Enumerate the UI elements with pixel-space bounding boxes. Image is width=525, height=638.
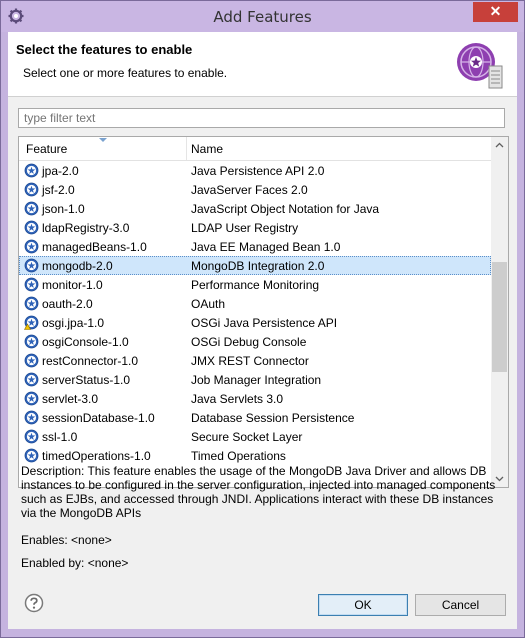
feature-name-cell: JavaServer Faces 2.0: [191, 183, 308, 197]
feature-name-cell: LDAP User Registry: [191, 221, 299, 235]
dialog-body: Select the features to enable Select one…: [8, 32, 517, 629]
feature-id-cell: json-1.0: [42, 202, 85, 216]
header-subtitle: Select one or more features to enable.: [23, 66, 228, 80]
feature-name-cell: Performance Monitoring: [191, 278, 320, 292]
feature-name-cell: Secure Socket Layer: [191, 430, 303, 444]
column-header-feature[interactable]: Feature: [26, 142, 67, 156]
ok-button[interactable]: OK: [318, 594, 408, 616]
feature-name-cell: OSGi Java Persistence API: [191, 316, 338, 330]
feature-icon: [24, 220, 39, 235]
feature-id-cell: serverStatus-1.0: [42, 373, 131, 387]
features-table: Feature Name jpa-2.0 Java Persistence API…: [18, 136, 509, 488]
feature-id-cell: managedBeans-1.0: [42, 240, 147, 254]
feature-description: Description: This feature enables the us…: [21, 464, 496, 520]
feature-icon: [24, 182, 39, 197]
feature-id-cell: restConnector-1.0: [42, 354, 139, 368]
table-row[interactable]: servlet-3.0 Java Servlets 3.0: [19, 389, 491, 408]
scrollbar-thumb[interactable]: [492, 262, 507, 372]
feature-name-cell: OAuth: [191, 297, 226, 311]
feature-icon: [24, 429, 39, 444]
table-row[interactable]: sessionDatabase-1.0 Database Session Pers…: [19, 408, 491, 427]
feature-name-cell: Java EE Managed Bean 1.0: [191, 240, 341, 254]
header-title: Select the features to enable: [16, 42, 193, 57]
feature-warning-icon: [24, 315, 39, 330]
feature-id-cell: servlet-3.0: [42, 392, 99, 406]
vertical-scrollbar[interactable]: [491, 137, 508, 487]
feature-name-cell: Java Servlets 3.0: [191, 392, 284, 406]
enables-text: Enables: <none>: [21, 533, 112, 547]
feature-icon: [24, 372, 39, 387]
title-bar[interactable]: Add Features ✕: [1, 1, 524, 32]
feature-id-cell: oauth-2.0: [42, 297, 93, 311]
feature-icon: [24, 334, 39, 349]
feature-icon: [24, 201, 39, 216]
feature-id-cell: sessionDatabase-1.0: [42, 411, 155, 425]
table-row[interactable]: monitor-1.0 Performance Monitoring: [19, 275, 491, 294]
feature-name-cell: Java Persistence API 2.0: [191, 164, 325, 178]
feature-name-cell: MongoDB Integration 2.0: [191, 259, 325, 273]
feature-icon: [24, 410, 39, 425]
feature-id-cell: osgiConsole-1.0: [42, 335, 129, 349]
sort-indicator-icon: [99, 138, 107, 142]
table-row[interactable]: osgiConsole-1.0 OSGi Debug Console: [19, 332, 491, 351]
feature-icon: [24, 353, 39, 368]
table-row[interactable]: jpa-2.0 Java Persistence API 2.0: [19, 161, 491, 180]
feature-icon: [24, 239, 39, 254]
feature-id-cell: ssl-1.0: [42, 430, 78, 444]
feature-name-cell: OSGi Debug Console: [191, 335, 307, 349]
table-row[interactable]: ldapRegistry-3.0 LDAP User Registry: [19, 218, 491, 237]
feature-icon: [24, 163, 39, 178]
feature-icon: [24, 448, 39, 463]
help-icon[interactable]: [24, 593, 44, 613]
feature-icon: [24, 258, 39, 273]
feature-name-cell: Job Manager Integration: [191, 373, 322, 387]
feature-id-cell: jsf-2.0: [42, 183, 75, 197]
enabled-by-text: Enabled by: <none>: [21, 556, 129, 570]
column-header-name[interactable]: Name: [191, 142, 223, 156]
feature-icon: [24, 296, 39, 311]
table-row[interactable]: ssl-1.0 Secure Socket Layer: [19, 427, 491, 446]
feature-id-cell: monitor-1.0: [42, 278, 103, 292]
table-header: Feature Name: [19, 137, 491, 161]
dialog-header: Select the features to enable Select one…: [8, 32, 517, 97]
table-row[interactable]: restConnector-1.0 JMX REST Connector: [19, 351, 491, 370]
feature-id-cell: mongodb-2.0: [42, 259, 113, 273]
feature-icon: [24, 391, 39, 406]
table-row[interactable]: json-1.0 JavaScript Object Notation for J…: [19, 199, 491, 218]
table-row[interactable]: jsf-2.0 JavaServer Faces 2.0: [19, 180, 491, 199]
feature-name-cell: JavaScript Object Notation for Java: [191, 202, 380, 216]
table-row[interactable]: osgi.jpa-1.0 OSGi Java Persistence API: [19, 313, 491, 332]
cancel-button[interactable]: Cancel: [415, 594, 506, 616]
feature-wizard-logo-icon: [457, 43, 503, 89]
add-features-dialog: Add Features ✕ Select the features to en…: [0, 0, 525, 638]
table-row[interactable]: mongodb-2.0 MongoDB Integration 2.0: [19, 256, 491, 275]
window-title: Add Features: [213, 8, 312, 26]
feature-name-cell: JMX REST Connector: [191, 354, 309, 368]
close-button[interactable]: ✕: [473, 2, 518, 22]
scroll-up-icon[interactable]: [491, 137, 508, 154]
table-row[interactable]: timedOperations-1.0 Timed Operations: [19, 446, 491, 465]
feature-name-cell: Timed Operations: [191, 449, 286, 463]
feature-id-cell: timedOperations-1.0: [42, 449, 151, 463]
table-row[interactable]: serverStatus-1.0 Job Manager Integration: [19, 370, 491, 389]
filter-input[interactable]: [18, 108, 505, 128]
feature-id-cell: jpa-2.0: [42, 164, 79, 178]
column-separator[interactable]: [186, 137, 187, 160]
feature-id-cell: ldapRegistry-3.0: [42, 221, 130, 235]
table-row[interactable]: oauth-2.0 OAuth: [19, 294, 491, 313]
feature-name-cell: Database Session Persistence: [191, 411, 355, 425]
feature-id-cell: osgi.jpa-1.0: [42, 316, 105, 330]
feature-icon: [24, 277, 39, 292]
table-row[interactable]: managedBeans-1.0 Java EE Managed Bean 1.0: [19, 237, 491, 256]
